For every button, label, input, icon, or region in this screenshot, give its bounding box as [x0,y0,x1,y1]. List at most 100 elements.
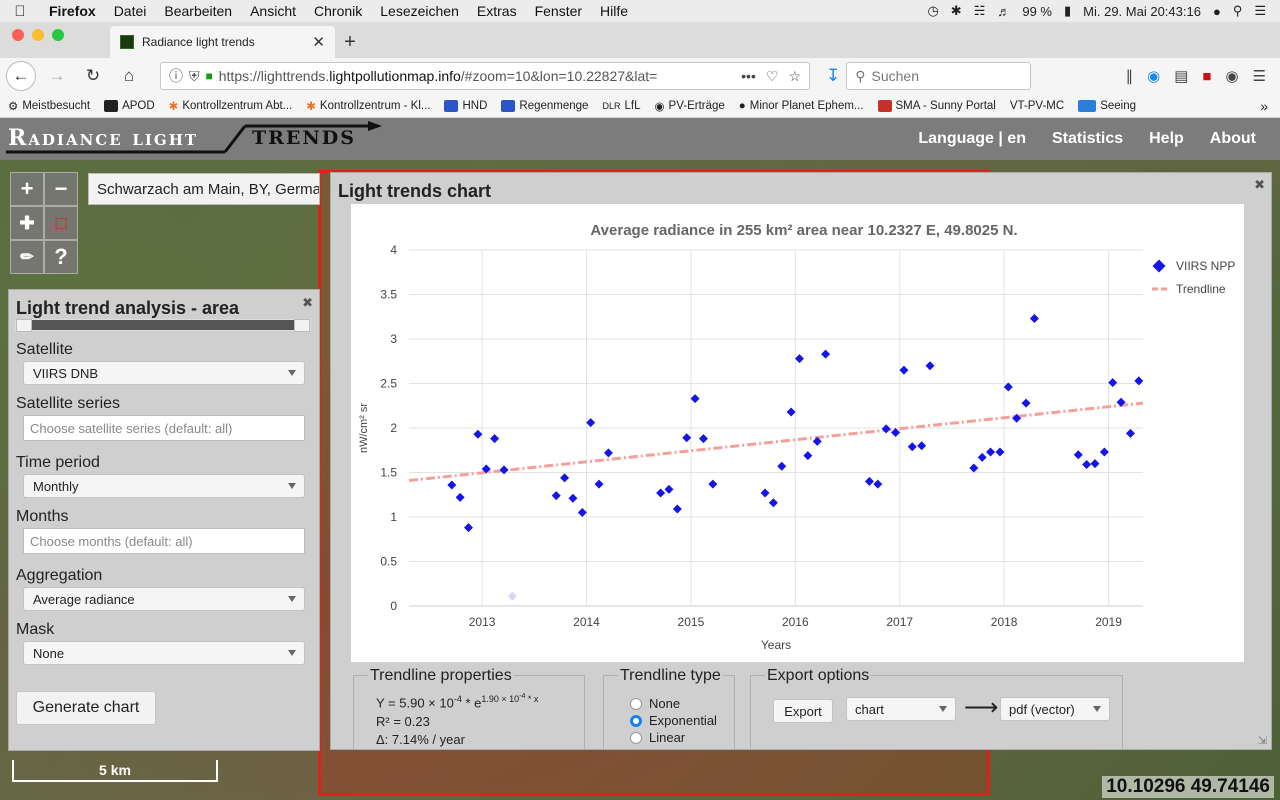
zoom-out-icon[interactable]: − [44,172,78,206]
window-controls [0,29,78,53]
nav-about[interactable]: About [1210,130,1256,148]
help-icon[interactable]: ? [44,240,78,274]
volume-icon[interactable]: ♬ [997,4,1010,19]
battery-icon[interactable]: ▮ [1064,3,1071,19]
radio-linear[interactable]: Linear [630,729,717,746]
time-machine-icon[interactable]: ◷ [927,3,938,19]
menu-ansicht[interactable]: Ansicht [241,3,305,19]
nav-language[interactable]: Language | en [918,130,1026,148]
site-logo[interactable]: Radiance light trends [0,118,390,160]
bluetooth-icon[interactable]: ✱ [951,3,962,19]
menu-fenster[interactable]: Fenster [526,3,591,19]
polygon-select-icon[interactable]: □ [44,206,78,240]
data-point [507,591,517,601]
period-select[interactable]: Monthly [23,474,305,498]
bookmark-kontrollzentrum-1[interactable]: ✱ Kontrollzentrum Abt... [169,99,293,113]
wifi-icon[interactable]: ☵ [974,3,986,19]
slider-handle-start[interactable] [16,319,32,332]
menu-datei[interactable]: Datei [105,3,156,19]
search-input[interactable]: ⚲ Suchen [846,62,1032,90]
tracking-shield-icon[interactable]: ⛨ [189,68,200,85]
new-tab-icon[interactable]: + [335,26,365,58]
satellite-select[interactable]: VIIRS DNB [23,361,305,385]
browser-tab[interactable]: Radiance light trends ✕ [110,26,335,58]
radio-none[interactable]: None [630,695,717,712]
notification-icon[interactable]: ☰ [1254,3,1266,19]
reader-view-icon[interactable]: ▤ [1174,67,1188,85]
hamburger-menu-icon[interactable]: ☰ [1253,67,1266,85]
mask-select[interactable]: None [23,641,305,665]
bookmark-star-icon[interactable]: ☆ [788,68,801,85]
radio-exponential[interactable]: Exponential [630,712,717,729]
data-point [560,473,570,483]
crosshair-icon[interactable]: ✚ [10,206,44,240]
y-tick-label: 4 [390,243,397,257]
place-search-input[interactable]: Schwarzach am Main, BY, Germany [88,173,320,205]
export-what-select[interactable]: chart [846,697,956,721]
nav-help[interactable]: Help [1149,130,1184,148]
bookmark-lfl[interactable]: DLR LfL [602,100,640,112]
reload-icon[interactable]: ↻ [78,61,108,91]
bookmark-regenmenge[interactable]: Regenmenge [501,99,588,112]
download-icon[interactable]: ↧ [826,66,840,86]
data-point [568,493,578,503]
bookmark-minor-planet[interactable]: ● Minor Planet Ephem... [739,100,864,112]
battery-percent[interactable]: 99 % [1022,4,1052,19]
menu-chronik[interactable]: Chronik [305,3,371,19]
account-icon[interactable]: ◉ [1225,67,1238,85]
bookmark-pv-ertraege[interactable]: ◉ PV-Erträge [654,99,724,113]
ghostery-icon[interactable]: ◉ [1147,67,1160,85]
tab-close-icon[interactable]: ✕ [312,33,325,51]
apple-icon[interactable]:  [0,3,40,20]
url-text[interactable]: https://lighttrends.lightpollutionmap.in… [219,68,735,84]
close-window-icon[interactable] [12,29,24,41]
nav-statistics[interactable]: Statistics [1052,130,1123,148]
clock[interactable]: Mi. 29. Mai 20:43:16 [1083,4,1201,19]
bookmark-kontrollzentrum-2[interactable]: ✱ Kontrollzentrum - Kl... [306,99,430,113]
bookmark-hnd[interactable]: HND [444,99,487,112]
data-point [551,491,561,501]
back-icon[interactable]: ← [6,61,36,91]
bookmark-apod[interactable]: APOD [104,99,155,112]
zoom-in-icon[interactable]: + [10,172,44,206]
bookmark-seeing[interactable]: Seeing [1078,99,1136,112]
legend-label-trend: Trendline [1176,282,1226,296]
menu-hilfe[interactable]: Hilfe [591,3,637,19]
pdf-icon[interactable]: ■ [1202,68,1211,85]
spotlight-icon[interactable]: ⚲ [1233,3,1243,19]
home-icon[interactable]: ⌂ [114,61,144,91]
panel-close-icon[interactable]: ✖ [302,295,313,311]
bookmark-vt-pv-mc[interactable]: VT-PV-MC [1010,100,1064,112]
resize-handle-icon[interactable]: ⇲ [1258,734,1267,747]
menu-app[interactable]: Firefox [40,3,105,19]
menu-bearbeiten[interactable]: Bearbeiten [155,3,241,19]
dialog-close-icon[interactable]: ✖ [1254,177,1265,193]
series-input[interactable]: Choose satellite series (default: all) [23,415,305,441]
lock-icon[interactable]: ■ [206,69,213,83]
ruler-icon[interactable]: ✏ [10,240,44,274]
export-format-select[interactable]: pdf (vector) [1000,697,1110,721]
page-actions-icon[interactable]: ••• [741,68,756,85]
pocket-icon[interactable]: ♡ [766,68,779,85]
bookmark-sma[interactable]: SMA - Sunny Portal [877,99,996,112]
aggregation-select[interactable]: Average radiance [23,587,305,611]
data-point [698,434,708,444]
chevron-more-icon[interactable]: » [1260,98,1280,114]
months-input[interactable]: Choose months (default: all) [23,528,305,554]
user-icon[interactable]: ● [1213,4,1221,19]
data-point [682,433,692,443]
minimize-window-icon[interactable] [32,29,44,41]
satellite-label: Satellite [16,341,73,358]
bookmark-meistbesucht[interactable]: ⚙ Meistbesucht [8,99,90,113]
generate-chart-button[interactable]: Generate chart [16,691,156,725]
info-icon[interactable]: ⓘ [169,66,183,86]
export-button[interactable]: Export [773,699,833,723]
zoom-window-icon[interactable] [52,29,64,41]
library-icon[interactable]: ∥ [1126,67,1134,85]
forward-icon[interactable]: → [42,61,72,91]
slider-handle-end[interactable] [294,319,310,332]
menu-extras[interactable]: Extras [468,3,526,19]
time-range-slider[interactable] [15,319,311,332]
url-bar[interactable]: ⓘ ⛨ ■ https://lighttrends.lightpollution… [160,62,810,90]
menu-lesezeichen[interactable]: Lesezeichen [371,3,468,19]
